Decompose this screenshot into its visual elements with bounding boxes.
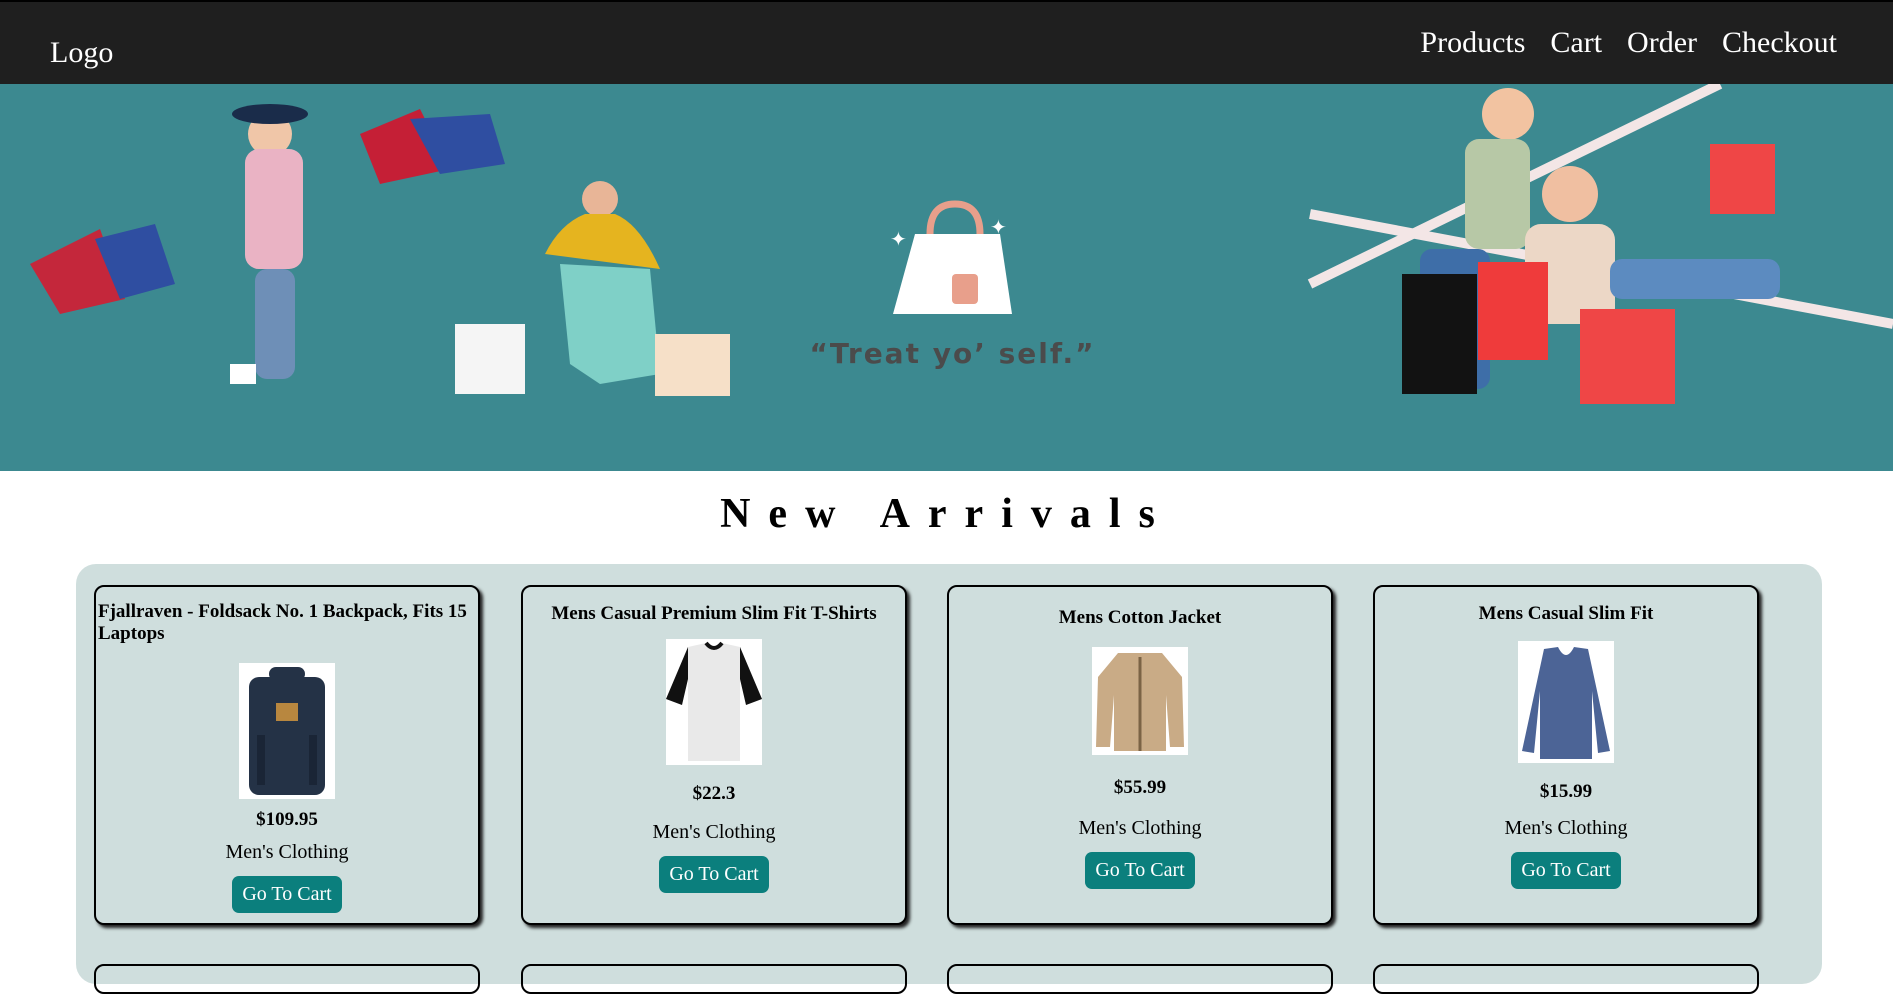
product-title: Mens Cotton Jacket bbox=[1058, 607, 1222, 628]
bag-logo-illustration: ✦ ✦ bbox=[890, 200, 1012, 314]
product-category: Men's Clothing bbox=[1078, 817, 1202, 839]
product-card: Mens Casual Premium Slim Fit T-Shirts $2… bbox=[521, 585, 907, 925]
logo[interactable]: Logo bbox=[50, 36, 113, 70]
shopper-woman-illustration bbox=[30, 104, 505, 384]
product-price: $15.99 bbox=[1539, 781, 1593, 802]
product-price: $109.95 bbox=[256, 809, 318, 830]
go-to-cart-button[interactable]: Go To Cart bbox=[1511, 852, 1621, 889]
product-card bbox=[947, 964, 1333, 994]
product-card: Mens Casual Slim Fit $15.99 Men's Clothi… bbox=[1373, 585, 1759, 925]
product-category: Men's Clothing bbox=[652, 821, 776, 843]
nav-checkout[interactable]: Checkout bbox=[1722, 26, 1837, 60]
top-navbar: Logo Products Cart Order Checkout bbox=[0, 0, 1893, 86]
shopper-walking-illustration bbox=[455, 181, 730, 396]
hero-quote: “Treat yo’ self.” bbox=[809, 337, 1096, 370]
hero-banner: ✦ ✦ “Treat yo’ self.” bbox=[0, 84, 1893, 471]
nav-products[interactable]: Products bbox=[1420, 26, 1525, 60]
nav-cart[interactable]: Cart bbox=[1550, 26, 1602, 60]
product-category: Men's Clothing bbox=[225, 841, 349, 863]
longsleeve-icon bbox=[1518, 641, 1614, 763]
tshirt-icon bbox=[666, 639, 762, 765]
product-title: Mens Casual Premium Slim Fit T-Shirts bbox=[551, 603, 877, 624]
products-panel: Fjallraven - Foldsack No. 1 Backpack, Fi… bbox=[76, 564, 1822, 994]
product-title: Fjallraven - Foldsack No. 1 Backpack, Fi… bbox=[98, 601, 467, 644]
nav-order[interactable]: Order bbox=[1627, 26, 1697, 60]
shopper-duo-illustration bbox=[1307, 84, 1893, 404]
backpack-icon bbox=[239, 663, 335, 799]
svg-text:✦: ✦ bbox=[990, 217, 1007, 239]
product-card: Mens Cotton Jacket $55.99 Men's Clothing… bbox=[947, 585, 1333, 925]
product-price: $55.99 bbox=[1113, 777, 1167, 798]
product-title: Mens Casual Slim Fit bbox=[1478, 603, 1654, 624]
product-card bbox=[94, 964, 480, 994]
jacket-icon bbox=[1092, 647, 1188, 755]
product-category: Men's Clothing bbox=[1504, 817, 1628, 839]
main-nav: Products Cart Order Checkout bbox=[1420, 26, 1837, 60]
section-title: New Arrivals bbox=[720, 491, 1173, 537]
hero-illustration: ✦ ✦ bbox=[30, 84, 1893, 404]
go-to-cart-button[interactable]: Go To Cart bbox=[232, 876, 342, 913]
product-price: $22.3 bbox=[692, 783, 736, 804]
product-card bbox=[1373, 964, 1759, 994]
product-card: Fjallraven - Foldsack No. 1 Backpack, Fi… bbox=[94, 585, 480, 925]
go-to-cart-button[interactable]: Go To Cart bbox=[1085, 852, 1195, 889]
svg-text:✦: ✦ bbox=[890, 229, 907, 251]
product-card bbox=[521, 964, 907, 994]
go-to-cart-button[interactable]: Go To Cart bbox=[659, 856, 769, 893]
